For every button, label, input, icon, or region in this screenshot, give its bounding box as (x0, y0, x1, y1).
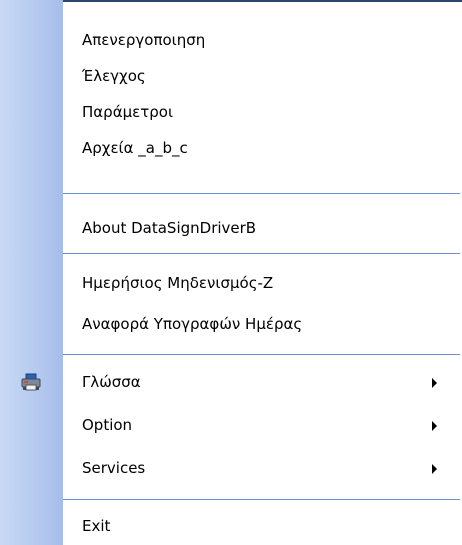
menu-item-option[interactable]: Option (0, 407, 462, 443)
menu-item-exit[interactable]: Exit (0, 508, 462, 544)
menu-item-label: Ημερήσιος Μηδενισμός-Ζ (82, 274, 274, 292)
menu-top-border (63, 0, 462, 2)
menu-item-label: Exit (82, 517, 111, 535)
menu-item-services[interactable]: Services (0, 450, 462, 486)
submenu-arrow-icon (432, 421, 437, 431)
menu-separator (63, 499, 460, 500)
menu-item-label: Γλώσσα (82, 373, 141, 391)
menu-item-label: About DataSignDriverB (82, 219, 257, 237)
submenu-arrow-icon (432, 464, 437, 474)
menu-item-signature-report[interactable]: Αναφορά Υπογραφών Ημέρας (0, 306, 462, 342)
menu-item-label: Απενεργοποιηση (82, 31, 206, 49)
menu-item-daily-zero[interactable]: Ημερήσιος Μηδενισμός-Ζ (0, 265, 462, 301)
menu-item-about[interactable]: About DataSignDriverB (0, 210, 462, 246)
menu-item-parameters[interactable]: Παράμετροι (0, 94, 462, 130)
menu-item-disable[interactable]: Απενεργοποιηση (0, 22, 462, 58)
menu-item-check[interactable]: Έλεγχος (0, 58, 462, 94)
submenu-arrow-icon (432, 378, 437, 388)
menu-item-label: Option (82, 416, 133, 434)
context-menu: Απενεργοποιηση Έλεγχος Παράμετροι Αρχεία… (0, 0, 462, 545)
menu-separator (63, 253, 460, 254)
menu-separator (63, 354, 460, 355)
menu-item-label: Αρχεία _a_b_c (82, 139, 188, 157)
menu-item-label: Έλεγχος (82, 67, 146, 85)
menu-separator (63, 193, 460, 194)
printer-icon (20, 372, 42, 392)
menu-item-label: Παράμετροι (82, 103, 174, 121)
menu-item-language[interactable]: Γλώσσα (0, 364, 462, 400)
menu-item-label: Services (82, 459, 146, 477)
menu-item-files[interactable]: Αρχεία _a_b_c (0, 130, 462, 166)
menu-item-label: Αναφορά Υπογραφών Ημέρας (82, 315, 303, 333)
